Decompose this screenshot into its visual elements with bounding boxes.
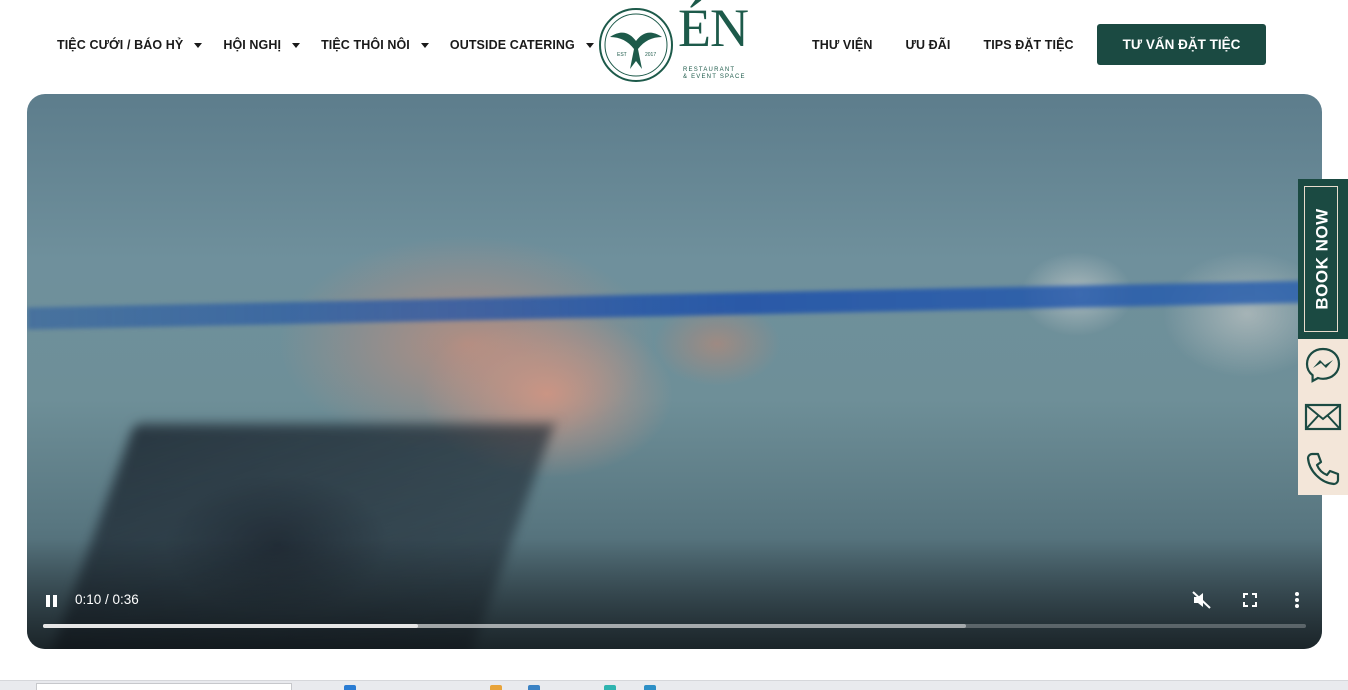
video-frame-detail bbox=[27, 280, 1322, 330]
taskbar-search-box[interactable] bbox=[36, 683, 292, 690]
taskbar-app-icon[interactable] bbox=[528, 685, 540, 690]
side-contact-widget: BOOK NOW bbox=[1298, 179, 1348, 495]
pause-button[interactable] bbox=[46, 595, 58, 607]
nav-item-label: HỘI NGHỊ bbox=[223, 38, 282, 52]
nav-item-label: THƯ VIỆN bbox=[812, 38, 873, 52]
side-icons bbox=[1298, 339, 1348, 495]
site-logo[interactable]: EST 2017 ÉN RESTAURANT & EVENT SPACE bbox=[598, 1, 754, 83]
caret-down-icon bbox=[292, 42, 301, 48]
pause-icon bbox=[53, 595, 57, 607]
caret-down-icon bbox=[194, 42, 203, 48]
hero-video[interactable]: 0:10 / 0:36 bbox=[27, 94, 1322, 649]
taskbar-app-icon[interactable] bbox=[644, 685, 656, 690]
taskbar-app-icon[interactable] bbox=[604, 685, 616, 690]
nav-item-conference[interactable]: HỘI NGHỊ bbox=[223, 38, 321, 52]
logo-emblem-text: 2017 bbox=[645, 52, 656, 58]
nav-item-outside-catering[interactable]: OUTSIDE CATERING bbox=[450, 38, 615, 52]
taskbar-app-icon[interactable] bbox=[490, 685, 502, 690]
taskbar-app-icon[interactable] bbox=[344, 685, 356, 690]
nav-right: THƯ VIỆN ƯU ĐÃI TIPS ĐẶT TIỆC bbox=[812, 38, 1107, 52]
caret-down-icon bbox=[420, 42, 429, 48]
nav-item-gallery[interactable]: THƯ VIỆN bbox=[812, 38, 872, 52]
fullscreen-icon bbox=[1243, 593, 1257, 607]
book-now-label: BOOK NOW bbox=[1313, 208, 1332, 310]
pause-icon bbox=[46, 595, 50, 607]
nav-item-tips[interactable]: TIPS ĐẶT TIỆC bbox=[983, 38, 1073, 52]
logo-subtitle: RESTAURANT & EVENT SPACE bbox=[683, 67, 746, 81]
video-played-bar bbox=[43, 624, 418, 628]
booking-consult-button[interactable]: TƯ VẤN ĐẶT TIỆC bbox=[1097, 24, 1266, 65]
mail-icon bbox=[1304, 403, 1342, 431]
swallow-emblem-icon: EST 2017 bbox=[599, 8, 673, 82]
messenger-button[interactable] bbox=[1298, 339, 1348, 391]
mute-button[interactable] bbox=[1192, 591, 1212, 609]
site-header: TIỆC CƯỚI / BÁO HỶ HỘI NGHỊ TIỆC THÔI NÔ… bbox=[0, 0, 1348, 92]
email-button[interactable] bbox=[1298, 391, 1348, 443]
more-options-button[interactable] bbox=[1292, 591, 1302, 609]
volume-muted-icon bbox=[1192, 591, 1211, 609]
phone-icon bbox=[1306, 452, 1340, 486]
logo-subtitle-line: & EVENT SPACE bbox=[683, 74, 746, 80]
video-progress-bar[interactable] bbox=[43, 624, 1306, 628]
phone-button[interactable] bbox=[1298, 443, 1348, 495]
messenger-icon bbox=[1305, 347, 1341, 383]
nav-left: TIỆC CƯỚI / BÁO HỶ HỘI NGHỊ TIỆC THÔI NÔ… bbox=[57, 38, 615, 52]
logo-emblem-text: EST bbox=[617, 52, 627, 58]
caret-down-icon bbox=[585, 42, 594, 48]
more-vertical-icon bbox=[1295, 592, 1299, 608]
nav-item-offers[interactable]: ƯU ĐÃI bbox=[905, 38, 950, 52]
nav-item-wedding[interactable]: TIỆC CƯỚI / BÁO HỶ bbox=[57, 38, 223, 52]
nav-item-label: TIỆC THÔI NÔI bbox=[321, 38, 410, 52]
fullscreen-button[interactable] bbox=[1243, 593, 1257, 607]
logo-wordmark: ÉN bbox=[678, 0, 749, 58]
nav-item-label: ƯU ĐÃI bbox=[905, 38, 951, 52]
nav-item-label: OUTSIDE CATERING bbox=[449, 38, 575, 52]
logo-subtitle-line: RESTAURANT bbox=[683, 67, 736, 73]
nav-item-label: TIPS ĐẶT TIỆC bbox=[983, 38, 1074, 52]
os-taskbar bbox=[0, 680, 1348, 690]
book-now-button[interactable]: BOOK NOW bbox=[1298, 179, 1348, 339]
nav-item-first-birthday[interactable]: TIỆC THÔI NÔI bbox=[321, 38, 450, 52]
nav-item-label: TIỆC CƯỚI / BÁO HỶ bbox=[57, 38, 184, 52]
video-controls-shade bbox=[27, 539, 1322, 649]
video-time: 0:10 / 0:36 bbox=[75, 592, 139, 607]
